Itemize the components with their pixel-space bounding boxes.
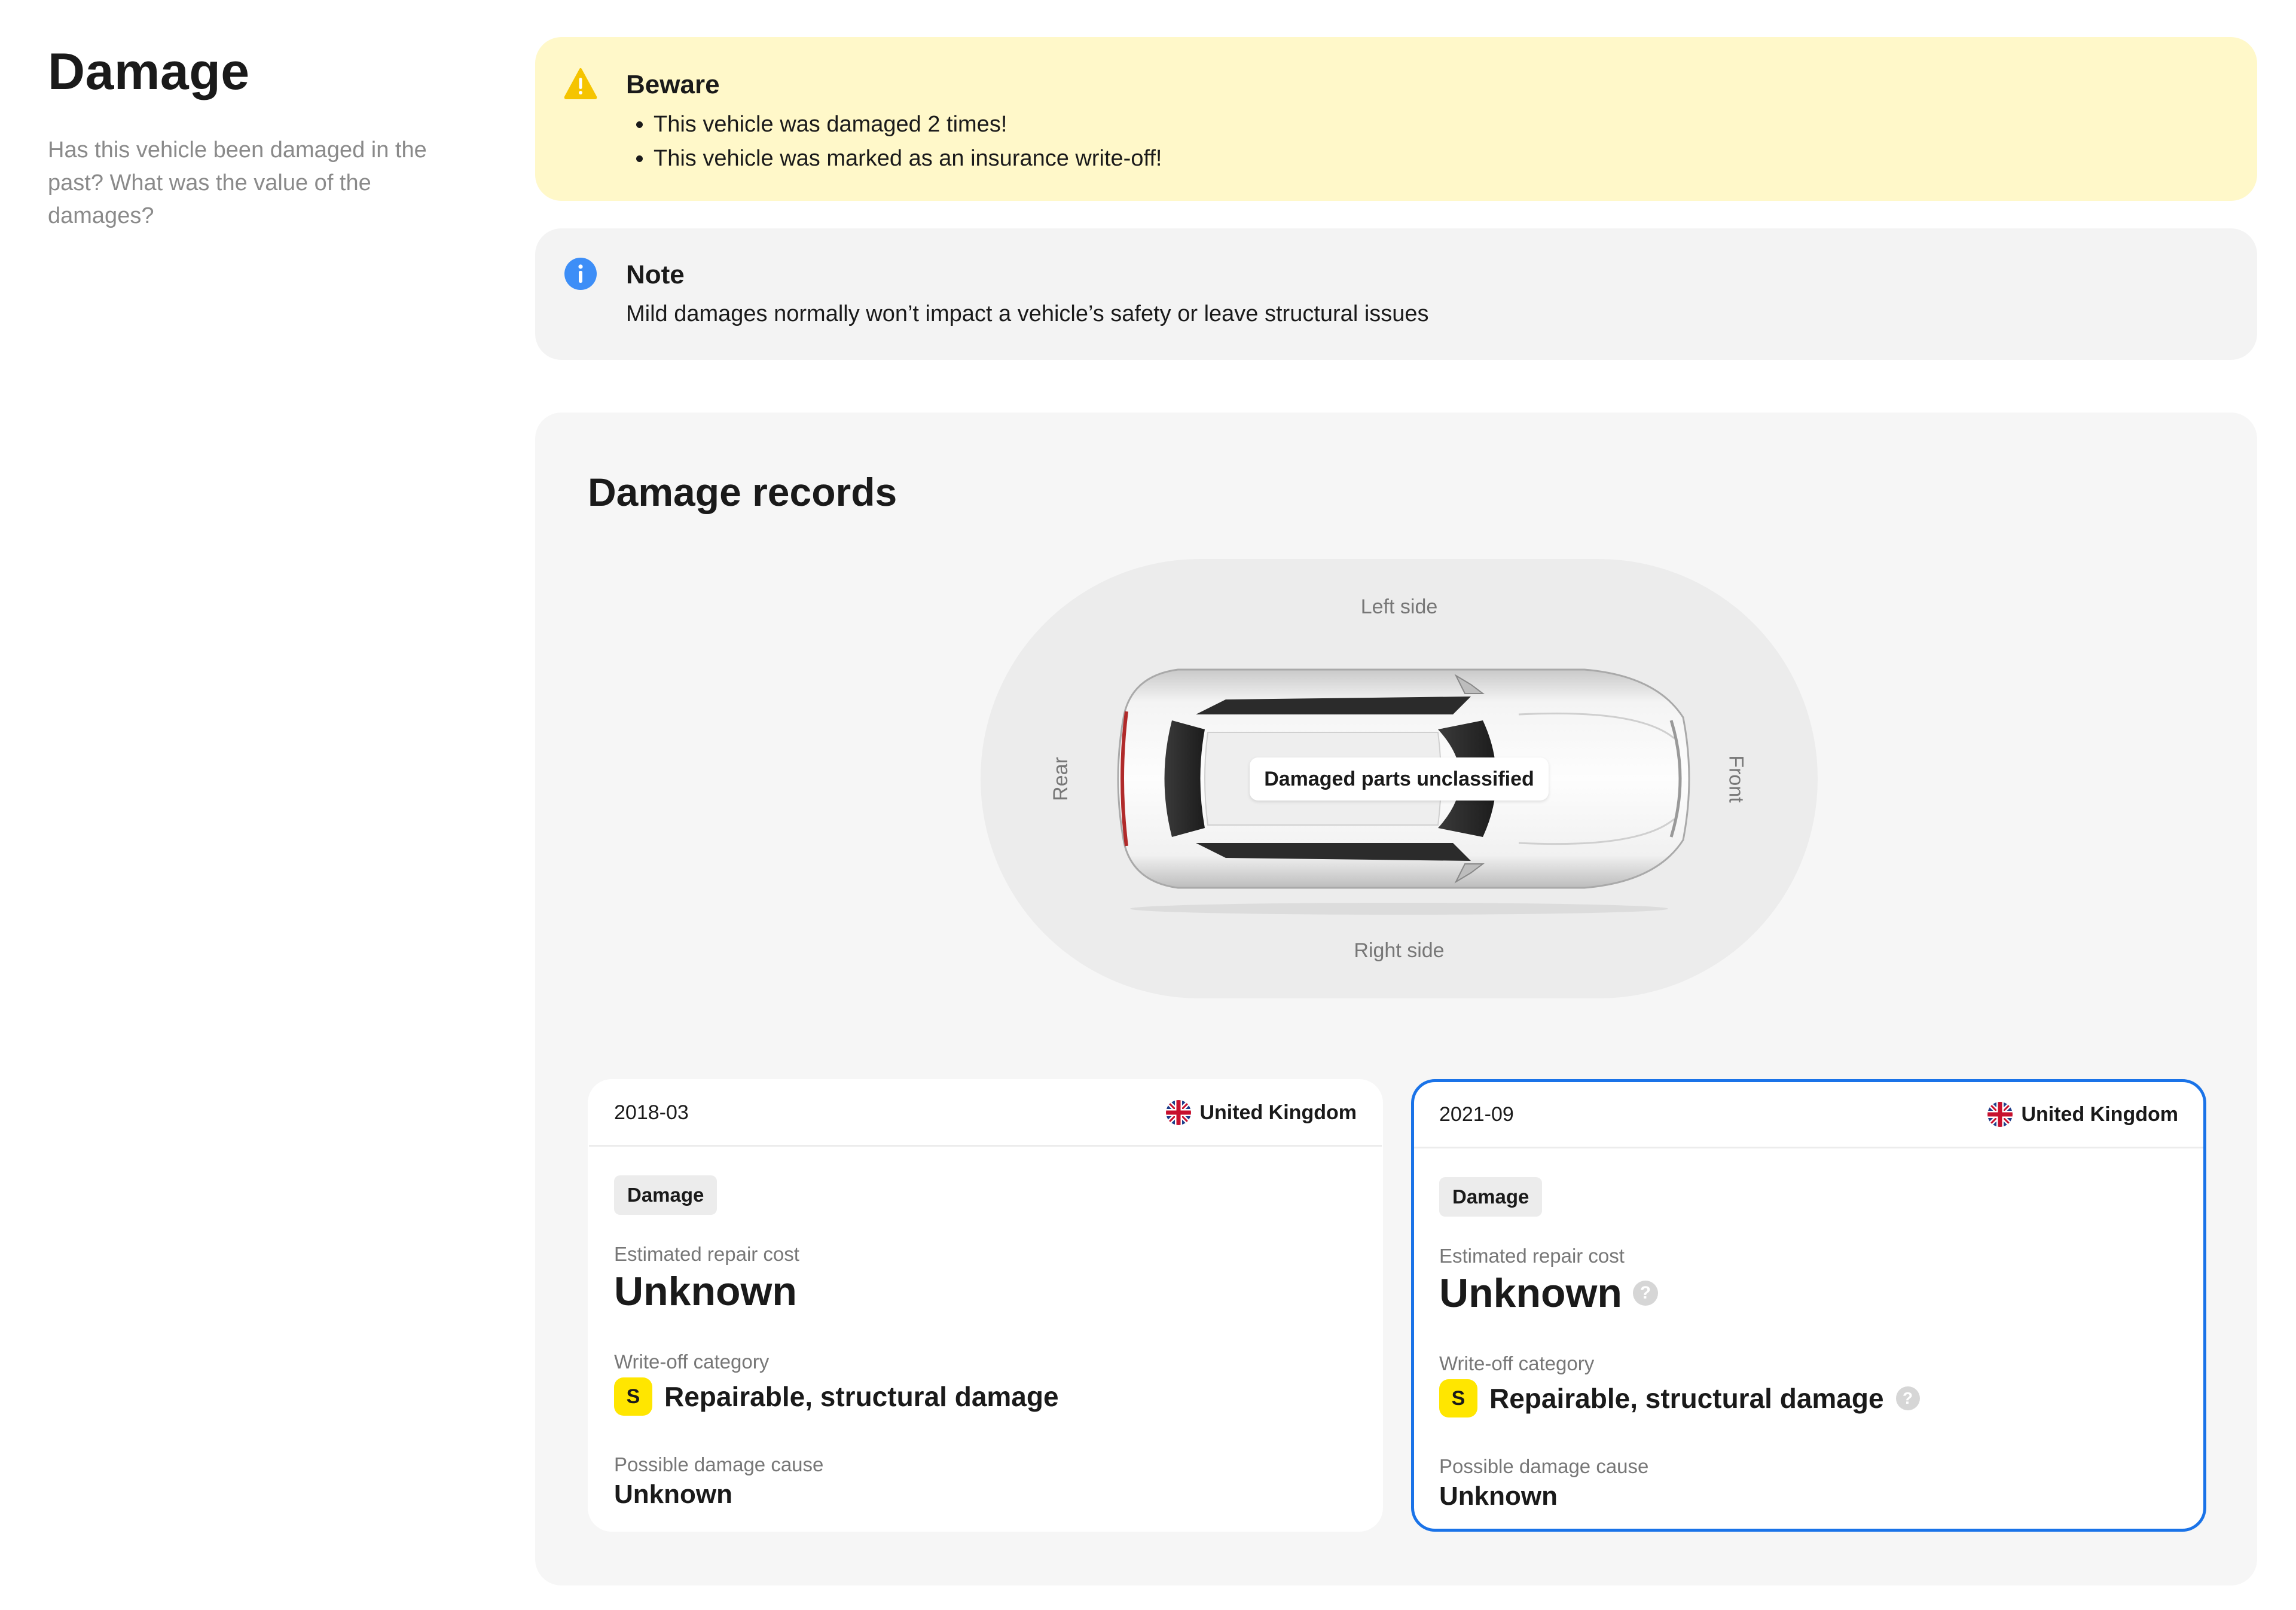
damage-records-panel: Damage records Left side Right side Rear… [535, 413, 2257, 1585]
note-text: Mild damages normally won’t impact a veh… [626, 301, 1429, 326]
record-country: United Kingdom [1987, 1100, 2178, 1129]
damage-tag: Damage [614, 1175, 718, 1215]
left-side-label: Left side [1360, 595, 1438, 618]
damage-record-card[interactable]: 2018-03 United Kingdom Damage Estimated … [588, 1079, 1383, 1532]
repair-cost-text: Unknown [1439, 1270, 1622, 1316]
writeoff-value: S Repairable, structural damage [614, 1377, 1059, 1416]
beware-list: This vehicle was damaged 2 times! This v… [626, 108, 1162, 176]
beware-item: This vehicle was damaged 2 times! [654, 108, 1162, 142]
repair-cost-label: Estimated repair cost [614, 1243, 799, 1265]
writeoff-text: Repairable, structural damage [664, 1381, 1059, 1412]
damage-record-card-selected[interactable]: 2021-09 United Kingdom Damage Estimated … [1411, 1079, 2206, 1532]
writeoff-category-badge: S [1439, 1379, 1477, 1417]
beware-alert: Beware This vehicle was damaged 2 times!… [535, 37, 2257, 201]
damage-cause-value: Unknown [614, 1480, 732, 1509]
writeoff-value: S Repairable, structural damage ? [1439, 1379, 1920, 1417]
record-date: 2021-09 [1439, 1103, 1514, 1126]
note-alert: Note Mild damages normally won’t impact … [535, 228, 2257, 360]
section-description: Has this vehicle been damaged in the pas… [48, 138, 427, 228]
uk-flag-icon [1987, 1102, 2013, 1127]
card-header: 2021-09 United Kingdom [1414, 1082, 2203, 1148]
front-label: Front [1724, 755, 1748, 803]
record-country: United Kingdom [1166, 1098, 1357, 1127]
repair-cost-value: Unknown [614, 1266, 797, 1316]
damage-section: Damage Has this vehicle been damaged in … [0, 0, 2296, 1610]
info-icon [564, 258, 597, 290]
country-name: United Kingdom [2021, 1103, 2178, 1126]
record-date: 2018-03 [614, 1101, 689, 1124]
records-title: Damage records [588, 470, 897, 514]
beware-item: This vehicle was marked as an insurance … [654, 142, 1162, 176]
rear-label: Rear [1049, 757, 1072, 801]
damage-cause-value: Unknown [1439, 1481, 1558, 1511]
note-title: Note [626, 260, 685, 289]
repair-cost-label: Estimated repair cost [1439, 1245, 1625, 1267]
writeoff-category-badge: S [614, 1377, 652, 1416]
page-title: Damage [48, 43, 250, 100]
damage-cause-label: Possible damage cause [614, 1453, 824, 1475]
section-header: Damage Has this vehicle been damaged in … [48, 36, 478, 233]
repair-cost-text: Unknown [614, 1269, 797, 1314]
country-name: United Kingdom [1199, 1101, 1357, 1124]
car-damage-diagram: Left side Right side Rear Front Damaged … [981, 559, 1818, 998]
card-header: 2018-03 United Kingdom [589, 1080, 1382, 1147]
uk-flag-icon [1166, 1100, 1192, 1125]
beware-title: Beware [626, 70, 720, 99]
writeoff-text: Repairable, structural damage [1489, 1383, 1884, 1414]
damage-cause-label: Possible damage cause [1439, 1455, 1649, 1477]
right-side-label: Right side [1354, 939, 1445, 962]
damaged-parts-badge: Damaged parts unclassified [1250, 757, 1549, 801]
writeoff-label: Write-off category [614, 1351, 770, 1373]
help-icon[interactable]: ? [1632, 1281, 1658, 1306]
warning-icon [564, 68, 597, 99]
writeoff-label: Write-off category [1439, 1352, 1595, 1374]
damage-tag: Damage [1439, 1177, 1543, 1217]
repair-cost-value: Unknown ? [1439, 1268, 1658, 1318]
help-icon[interactable]: ? [1895, 1386, 1920, 1410]
